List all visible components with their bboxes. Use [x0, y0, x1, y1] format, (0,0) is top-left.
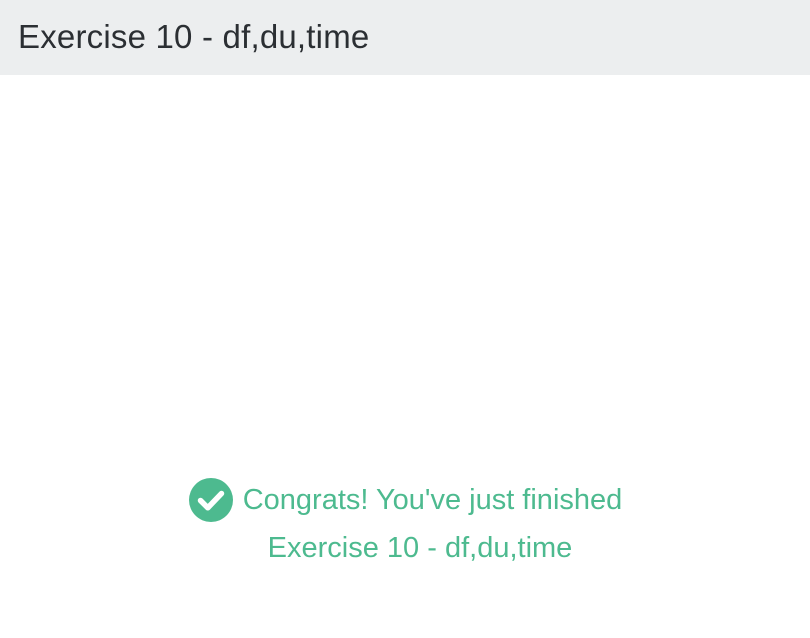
check-circle-icon [188, 478, 233, 522]
completion-message-line1: Congrats! You've just finished [242, 484, 623, 516]
exercise-header: Exercise 10 - df,du,time [0, 0, 810, 75]
completion-exercise-name: Exercise 10 - df,du,time [267, 532, 573, 564]
completion-message: Congrats! You've just finished Exercise … [0, 476, 810, 572]
page-title: Exercise 10 - df,du,time [18, 17, 370, 55]
completion-message-line1-row: Congrats! You've just finished [0, 476, 810, 524]
